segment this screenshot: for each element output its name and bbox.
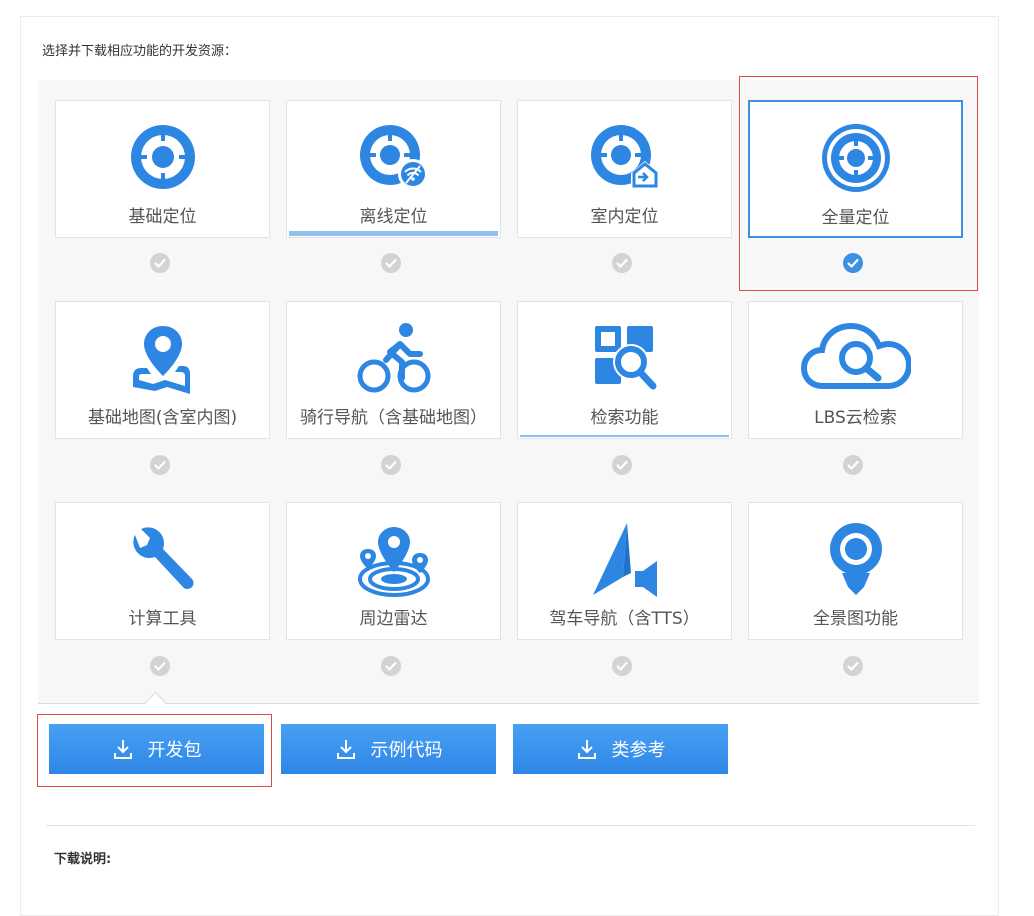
module-label: 基础定位 [128, 207, 197, 227]
module-label: 周边雷达 [359, 609, 428, 629]
download-sdk-button[interactable]: 开发包 [49, 724, 264, 774]
module-label: 离线定位 [359, 207, 428, 227]
cloud-search-icon [800, 320, 911, 396]
module-checkbox-offline-location[interactable] [381, 253, 401, 273]
module-checkbox-full-location[interactable] [843, 253, 863, 273]
instruction-text: 选择并下载相应功能的开发资源： [42, 44, 238, 59]
module-card-nearby-radar[interactable]: 周边雷达 [286, 502, 501, 640]
indoor-location-icon [587, 119, 663, 195]
offline-location-icon [356, 119, 432, 195]
module-checkbox-nearby-radar[interactable] [381, 656, 401, 676]
module-checkbox-search[interactable] [612, 455, 632, 475]
base-map-icon [125, 320, 201, 396]
module-card-basic-location[interactable]: 基础定位 [55, 100, 270, 238]
module-label: 计算工具 [128, 609, 197, 629]
module-label: 驾车导航（含TTS） [549, 609, 700, 629]
module-card-base-map[interactable]: 基础地图(含室内图) [55, 301, 270, 439]
download-notes-title: 下载说明: [54, 852, 112, 867]
module-checkbox-indoor-location[interactable] [612, 253, 632, 273]
module-card-offline-location[interactable]: 离线定位 [286, 100, 501, 238]
download-icon [336, 740, 355, 759]
module-card-panorama[interactable]: 全景图功能 [748, 502, 963, 640]
module-card-full-location[interactable]: 全量定位 [748, 100, 963, 238]
module-label: 全景图功能 [813, 609, 898, 629]
section-divider [46, 825, 975, 826]
download-icon [113, 740, 132, 759]
wrench-icon [125, 521, 201, 597]
module-card-calculation-tools[interactable]: 计算工具 [55, 502, 270, 640]
panorama-icon [818, 521, 894, 597]
driving-navigation-icon [587, 521, 663, 597]
module-label: LBS云检索 [814, 408, 897, 428]
module-card-search[interactable]: 检索功能 [517, 301, 732, 439]
module-label: 检索功能 [590, 408, 659, 428]
module-label: 基础地图(含室内图) [87, 408, 238, 428]
module-checkbox-lbs-cloud-search[interactable] [843, 455, 863, 475]
module-card-indoor-location[interactable]: 室内定位 [517, 100, 732, 238]
module-checkbox-panorama[interactable] [843, 656, 863, 676]
location-target-icon [125, 119, 201, 195]
module-label: 骑行导航（含基础地图） [300, 408, 487, 428]
module-label: 全量定位 [821, 208, 890, 228]
download-class-reference-label: 类参考 [611, 740, 666, 761]
radar-icon [356, 521, 432, 597]
download-class-reference-button[interactable]: 类参考 [513, 724, 728, 774]
module-label: 室内定位 [590, 207, 659, 227]
module-checkbox-calculation-tools[interactable] [150, 656, 170, 676]
download-icon [577, 740, 596, 759]
grid-bottom-border [38, 703, 979, 704]
module-checkbox-driving-navigation[interactable] [612, 656, 632, 676]
cycling-icon [356, 320, 432, 396]
full-location-icon [818, 120, 894, 196]
module-card-lbs-cloud-search[interactable]: LBS云检索 [748, 301, 963, 439]
module-card-cycling-navigation[interactable]: 骑行导航（含基础地图） [286, 301, 501, 439]
download-sample-code-label: 示例代码 [370, 740, 443, 761]
download-sdk-label: 开发包 [147, 740, 202, 761]
module-checkbox-cycling-navigation[interactable] [381, 455, 401, 475]
search-icon [587, 320, 663, 396]
module-checkbox-base-map[interactable] [150, 455, 170, 475]
module-card-driving-navigation[interactable]: 驾车导航（含TTS） [517, 502, 732, 640]
module-checkbox-basic-location[interactable] [150, 253, 170, 273]
download-sample-code-button[interactable]: 示例代码 [281, 724, 496, 774]
